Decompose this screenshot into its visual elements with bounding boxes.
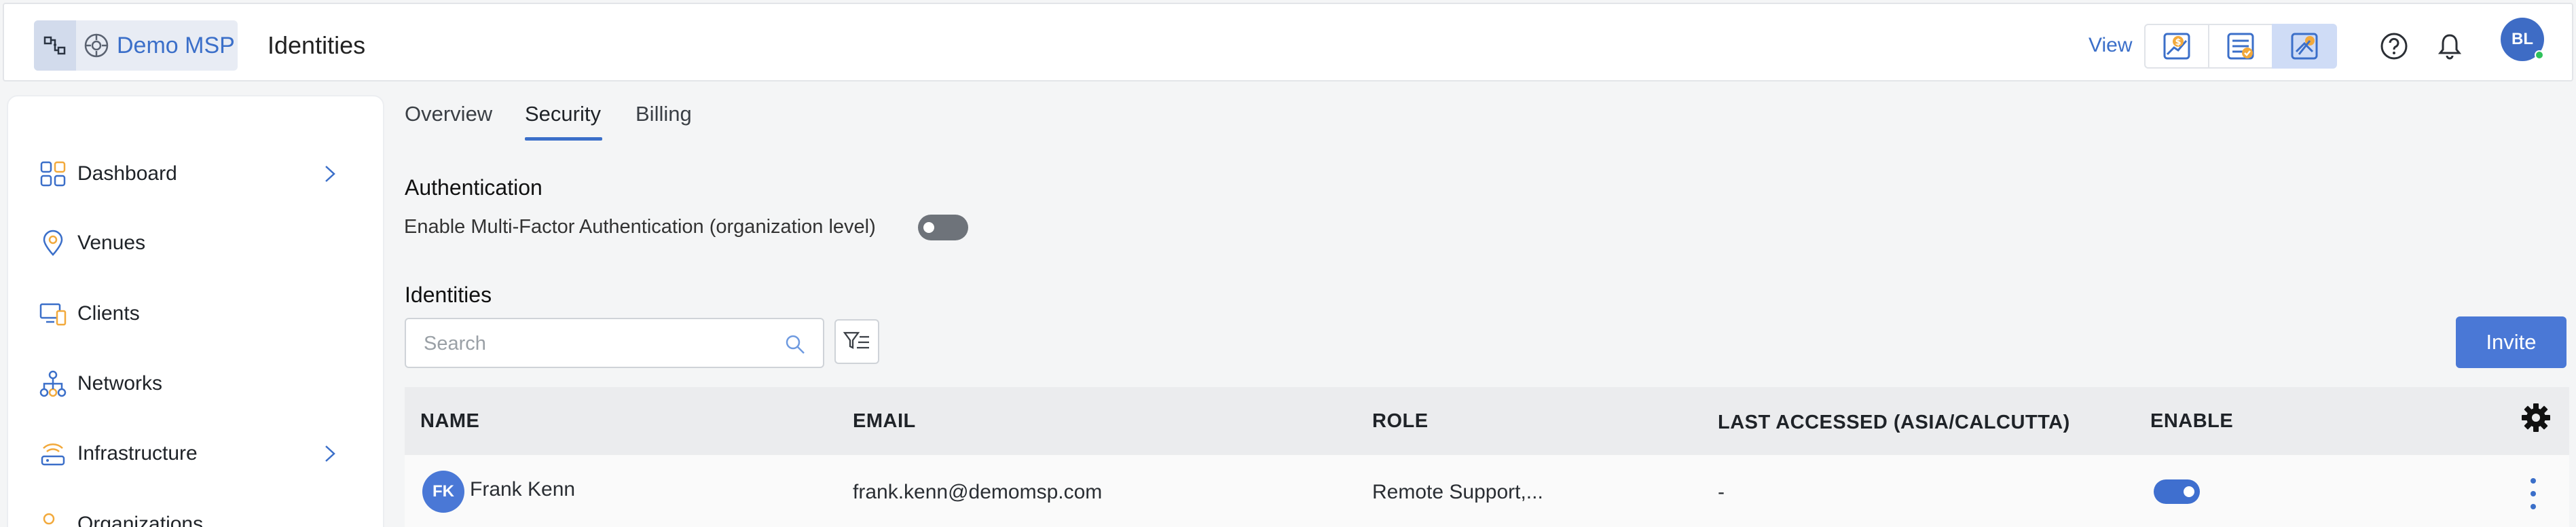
column-header-role[interactable]: ROLE [1372, 410, 1429, 433]
tab-security[interactable]: Security [525, 102, 601, 126]
sidebar-item-clients[interactable]: Clients [38, 293, 344, 334]
filter-button[interactable] [834, 319, 879, 364]
sidebar-item-label: Dashboard [77, 162, 177, 185]
column-header-last-accessed[interactable]: LAST ACCESSED (ASIA/CALCUTTA) [1718, 412, 2070, 434]
checklist-view-button[interactable] [2208, 24, 2273, 69]
filter-icon [843, 331, 869, 349]
gear-icon[interactable] [2520, 402, 2552, 433]
active-tab-indicator [525, 137, 602, 141]
identity-name[interactable]: Frank Kenn [470, 478, 575, 501]
support-view-icon [2291, 33, 2318, 60]
chevron-right-icon[interactable] [316, 440, 344, 467]
help-icon[interactable] [2377, 29, 2411, 63]
identity-role: Remote Support,... [1372, 481, 1543, 503]
sidebar-item-label: Infrastructure [77, 442, 198, 465]
mfa-toggle[interactable] [918, 215, 968, 240]
people-icon [38, 509, 68, 527]
org-name: Demo MSP [117, 32, 235, 58]
search-box [405, 318, 824, 368]
dashboard-icon [38, 159, 68, 189]
toggle-knob [923, 222, 934, 233]
search-icon[interactable] [784, 333, 807, 356]
devices-icon [38, 299, 68, 329]
identity-email: frank.kenn@demomsp.com [853, 481, 1103, 503]
online-status-indicator [2535, 50, 2544, 60]
sidebar-item-label: Clients [77, 302, 140, 325]
wifi-access-point-icon [38, 439, 68, 469]
column-header-email[interactable]: EMAIL [853, 410, 916, 433]
column-header-enable[interactable]: ENABLE [2150, 410, 2233, 433]
network-tree-icon [38, 369, 68, 399]
identity-enable-toggle[interactable] [2154, 479, 2200, 504]
invite-button[interactable]: Invite [2456, 316, 2566, 368]
sidebar-item-organizations[interactable]: Organizations [38, 504, 344, 527]
identities-heading: Identities [405, 283, 492, 307]
table-header [405, 387, 2569, 455]
sidebar-item-infrastructure[interactable]: Infrastructure [38, 433, 344, 474]
column-header-name[interactable]: NAME [420, 410, 479, 433]
support-view-button[interactable] [2272, 24, 2337, 69]
sidebar-item-label: Organizations [77, 513, 204, 527]
location-pin-icon [38, 228, 68, 258]
view-label: View [2089, 34, 2133, 56]
page-title: Identities [268, 31, 366, 59]
network-topology-icon[interactable] [34, 20, 76, 71]
sidebar-item-networks[interactable]: Networks [38, 363, 344, 404]
billing-view-button[interactable]: $ [2144, 24, 2209, 69]
identity-last-accessed: - [1718, 481, 1725, 503]
checklist-view-icon [2227, 33, 2254, 60]
search-input[interactable] [424, 331, 777, 356]
org-switcher[interactable]: Demo MSP [34, 20, 238, 71]
top-bar: Demo MSP Identities View $ [3, 3, 2573, 81]
authentication-heading: Authentication [405, 175, 542, 200]
bell-icon[interactable] [2433, 29, 2467, 63]
billing-view-icon: $ [2163, 33, 2190, 60]
sidebar-item-dashboard[interactable]: Dashboard [38, 153, 344, 194]
sidebar-item-label: Networks [77, 372, 163, 395]
svg-text:$: $ [2175, 37, 2181, 48]
chevron-right-icon[interactable] [316, 160, 344, 187]
avatar: FK [422, 471, 464, 513]
toggle-knob [2184, 486, 2194, 497]
mfa-label: Enable Multi-Factor Authentication (orga… [404, 216, 876, 238]
tab-billing[interactable]: Billing [636, 102, 692, 126]
sidebar-item-venues[interactable]: Venues [38, 223, 344, 264]
org-logo-icon [80, 29, 113, 62]
row-actions-menu-icon[interactable] [2526, 478, 2541, 509]
sidebar-item-label: Venues [77, 232, 146, 254]
tab-overview[interactable]: Overview [405, 102, 492, 126]
